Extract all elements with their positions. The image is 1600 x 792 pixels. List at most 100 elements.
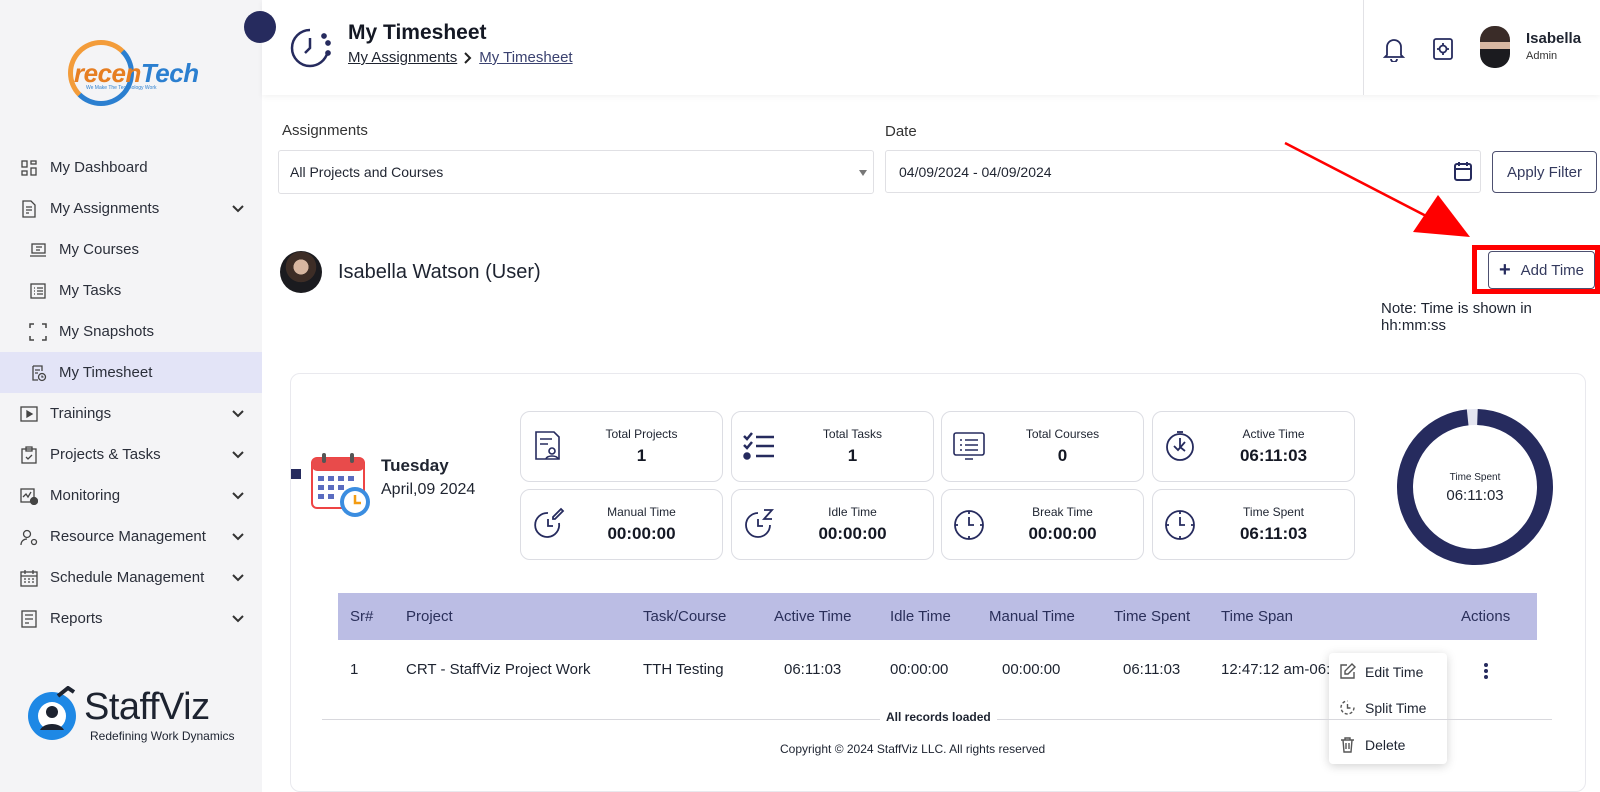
spent-clock-icon [1165,510,1195,540]
sidebar-item-label: My Dashboard [50,159,148,176]
stat-active-time: Active Time 06:11:03 [1152,411,1355,482]
chevron-down-icon[interactable] [230,200,246,216]
plus-icon: + [1498,258,1511,281]
caret-down-icon [859,170,867,176]
stat-manual-time: Manual Time 00:00:00 [520,489,723,560]
chevron-down-icon[interactable] [230,610,246,626]
time-format-note: Note: Time is shown in hh:mm:ss [1381,300,1532,334]
chevron-right-icon [464,51,472,64]
edit-time-menu-item[interactable]: Edit Time [1329,654,1447,690]
sidebar-item-label: My Snapshots [59,323,155,340]
sidebar-item-my-snapshots[interactable]: My Snapshots [0,311,262,352]
summary-date: April,09 2024 [381,481,476,498]
apply-filter-button[interactable]: Apply Filter [1492,151,1597,193]
sidebar-item-my-courses[interactable]: My Courses [0,229,262,270]
col-project: Project [406,608,453,625]
stat-total-tasks: Total Tasks 1 [731,411,934,482]
chevron-down-icon[interactable] [230,528,246,544]
clipboard-icon [20,445,38,464]
stat-idle-time: Idle Time 00:00:00 [731,489,934,560]
sidebar-item-resource-management[interactable]: Resource Management [0,516,262,557]
sidebar: recenTech We Make The Technology Work My… [0,0,262,792]
breadcrumb-my-timesheet[interactable]: My Timesheet [479,49,572,66]
snapshot-icon [29,322,47,341]
schedule-icon [20,569,38,587]
sidebar-item-label: Reports [50,610,103,627]
col-active-time: Active Time [774,608,852,625]
sidebar-nav: My Dashboard My Assignments My Courses M… [0,147,262,639]
all-records-loaded: All records loaded [880,710,997,724]
staffviz-logo-mark [28,685,76,740]
sidebar-item-label: My Tasks [59,282,122,299]
breadcrumb-my-assignments[interactable]: My Assignments [348,49,457,66]
donut-value: 06:11:03 [1446,487,1504,504]
kebab-menu-icon[interactable] [1483,662,1489,680]
monitoring-icon [20,487,38,505]
sidebar-item-my-timesheet[interactable]: My Timesheet [0,352,262,393]
chevron-down-icon[interactable] [230,405,246,421]
stat-total-courses: Total Courses 0 [941,411,1144,482]
sidebar-item-schedule-management[interactable]: Schedule Management [0,557,262,598]
donut-label: Time Spent [1449,472,1501,483]
collapse-dot[interactable] [244,11,276,43]
chevron-down-icon[interactable] [230,487,246,503]
split-time-menu-item[interactable]: Split Time [1329,690,1447,726]
sidebar-item-label: Trainings [50,405,112,422]
checklist-icon [743,432,774,460]
col-manual-time: Manual Time [989,608,1075,625]
sidebar-item-my-dashboard[interactable]: My Dashboard [0,147,262,188]
page-title: My Timesheet [348,21,487,44]
avatar[interactable] [1480,26,1510,68]
col-sr: Sr# [350,608,374,625]
tasks-icon [29,282,47,300]
monitor-list-icon [953,432,985,460]
summary-day: Tuesday [381,456,449,475]
break-clock-icon [954,510,984,540]
idle-clock-icon [745,509,775,538]
sidebar-item-my-tasks[interactable]: My Tasks [0,270,262,311]
sidebar-item-reports[interactable]: Reports [0,598,262,639]
assignments-select[interactable]: All Projects and Courses [278,150,874,194]
col-time-spent: Time Spent [1114,608,1191,625]
timesheet-icon [29,364,47,382]
assignments-icon [20,199,38,218]
day-marker [291,469,301,479]
sidebar-item-label: Schedule Management [50,569,205,586]
sidebar-item-label: My Courses [59,241,140,258]
stat-time-spent: Time Spent 06:11:03 [1152,489,1355,560]
split-clock-icon [1340,700,1355,715]
sidebar-item-label: My Assignments [50,200,160,217]
user-name: Isabella [1526,30,1582,47]
active-clock-icon [1166,431,1194,461]
date-label: Date [885,123,917,140]
bell-icon[interactable] [1382,36,1406,62]
chevron-down-icon[interactable] [230,446,246,462]
sidebar-item-my-assignments[interactable]: My Assignments [0,188,262,229]
delete-menu-item[interactable]: Delete [1329,727,1447,763]
top-header: My Timesheet My Assignments My Timesheet… [262,0,1600,95]
col-idle-time: Idle Time [890,608,951,625]
sidebar-item-projects-tasks[interactable]: Projects & Tasks [0,434,262,475]
annotation-arrow [1284,141,1470,237]
row-actions-menu: Edit Time Split Time Delete [1329,653,1447,764]
user-full-name: Isabella Watson (User) [338,261,541,283]
staffviz-logo: StaffViz Redefining Work Dynamics [24,685,244,746]
calendar-clock-icon [311,453,370,517]
add-time-button[interactable]: + Add Time [1488,251,1595,289]
reports-icon [20,609,38,628]
assignments-label: Assignments [282,122,368,139]
sidebar-item-trainings[interactable]: Trainings [0,393,262,434]
avatar [280,251,322,293]
sidebar-item-label: My Timesheet [59,364,153,381]
trash-icon [1341,737,1354,753]
document-settings-icon[interactable] [1432,37,1454,61]
projects-icon [535,431,560,460]
dashboard-icon [20,159,38,177]
col-task-course: Task/Course [643,608,727,625]
timesheet-clock-icon [290,28,331,68]
stat-break-time: Break Time 00:00:00 [941,489,1144,560]
chevron-down-icon[interactable] [230,569,246,585]
sidebar-item-monitoring[interactable]: Monitoring [0,475,262,516]
header-divider [1363,0,1364,95]
col-time-span: Time Span [1221,608,1293,625]
